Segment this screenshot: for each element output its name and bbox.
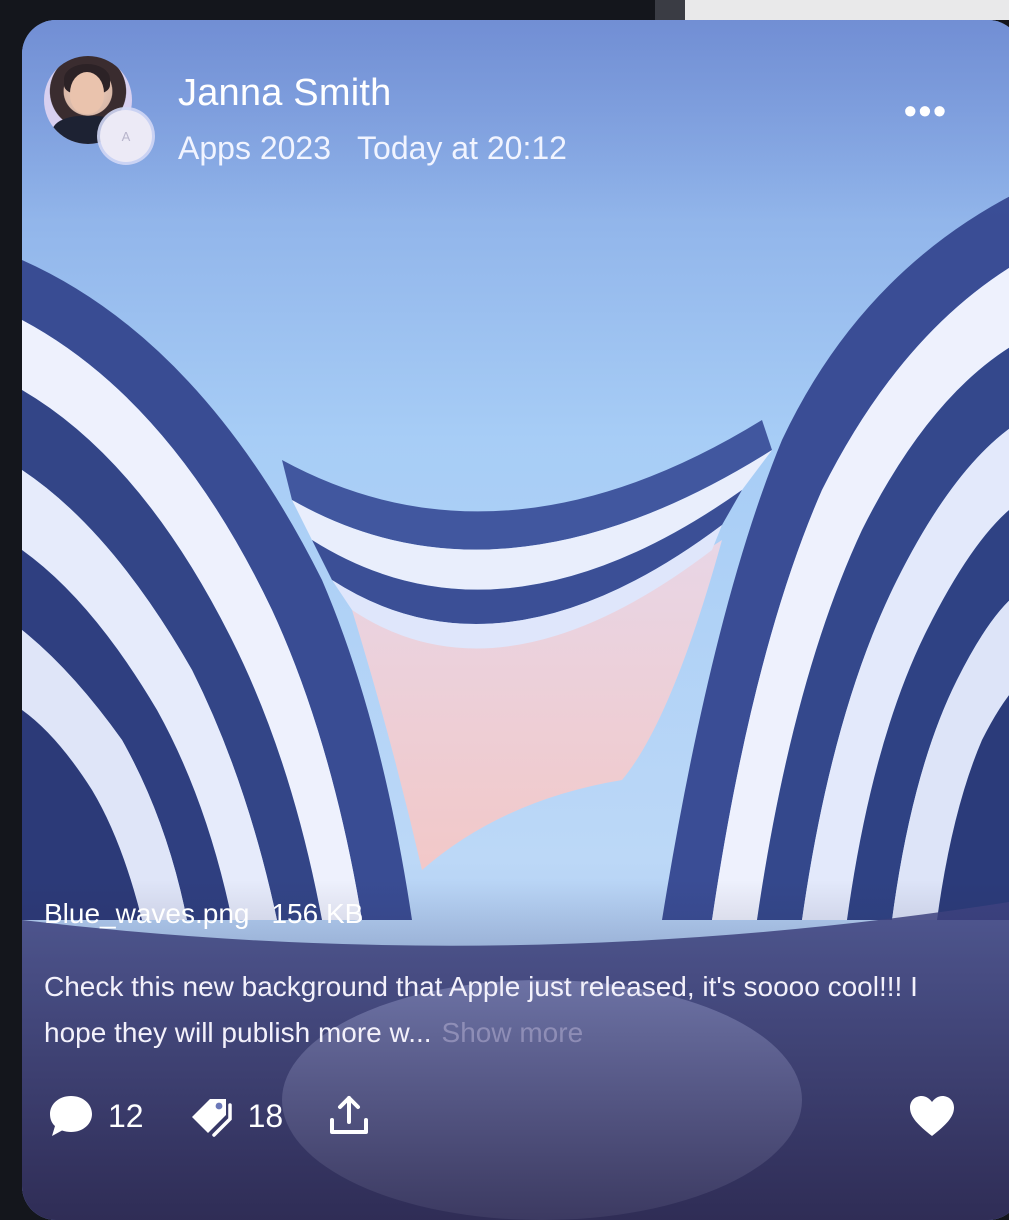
speech-bubble-icon	[50, 1096, 92, 1136]
more-dots-icon[interactable]: •••	[904, 90, 948, 132]
share-upload-icon	[330, 1096, 369, 1134]
background-divider	[655, 0, 685, 20]
avatar-face	[70, 72, 104, 114]
share-button[interactable]	[327, 1094, 385, 1138]
background-panel	[655, 0, 1009, 20]
workspace-badge: A	[100, 110, 152, 162]
heart-icon	[910, 1096, 954, 1136]
tags-count: 18	[247, 1097, 284, 1134]
file-name[interactable]: Blue_waves.png	[44, 898, 249, 930]
author-name[interactable]: Janna Smith	[178, 72, 391, 115]
comments-count: 12	[108, 1097, 144, 1134]
comments-button[interactable]: 12	[48, 1094, 144, 1138]
show-more-link[interactable]: Show more	[442, 1017, 584, 1048]
post-timestamp: Today at 20:12	[357, 130, 567, 166]
tags-button[interactable]: 18	[188, 1093, 284, 1139]
tag-icon	[191, 1099, 232, 1137]
file-size: 156 KB	[271, 898, 364, 929]
action-bar: 12 18	[48, 1093, 429, 1139]
channel-name[interactable]: Apps 2023	[178, 130, 331, 167]
like-button[interactable]	[908, 1094, 956, 1143]
post-text: Check this new background that Apple jus…	[44, 964, 944, 1056]
image-top-shade	[22, 20, 1009, 220]
attachment-info: Blue_waves.png 156 KB	[44, 898, 363, 930]
post-meta: Apps 2023 Today at 20:12	[178, 130, 567, 167]
